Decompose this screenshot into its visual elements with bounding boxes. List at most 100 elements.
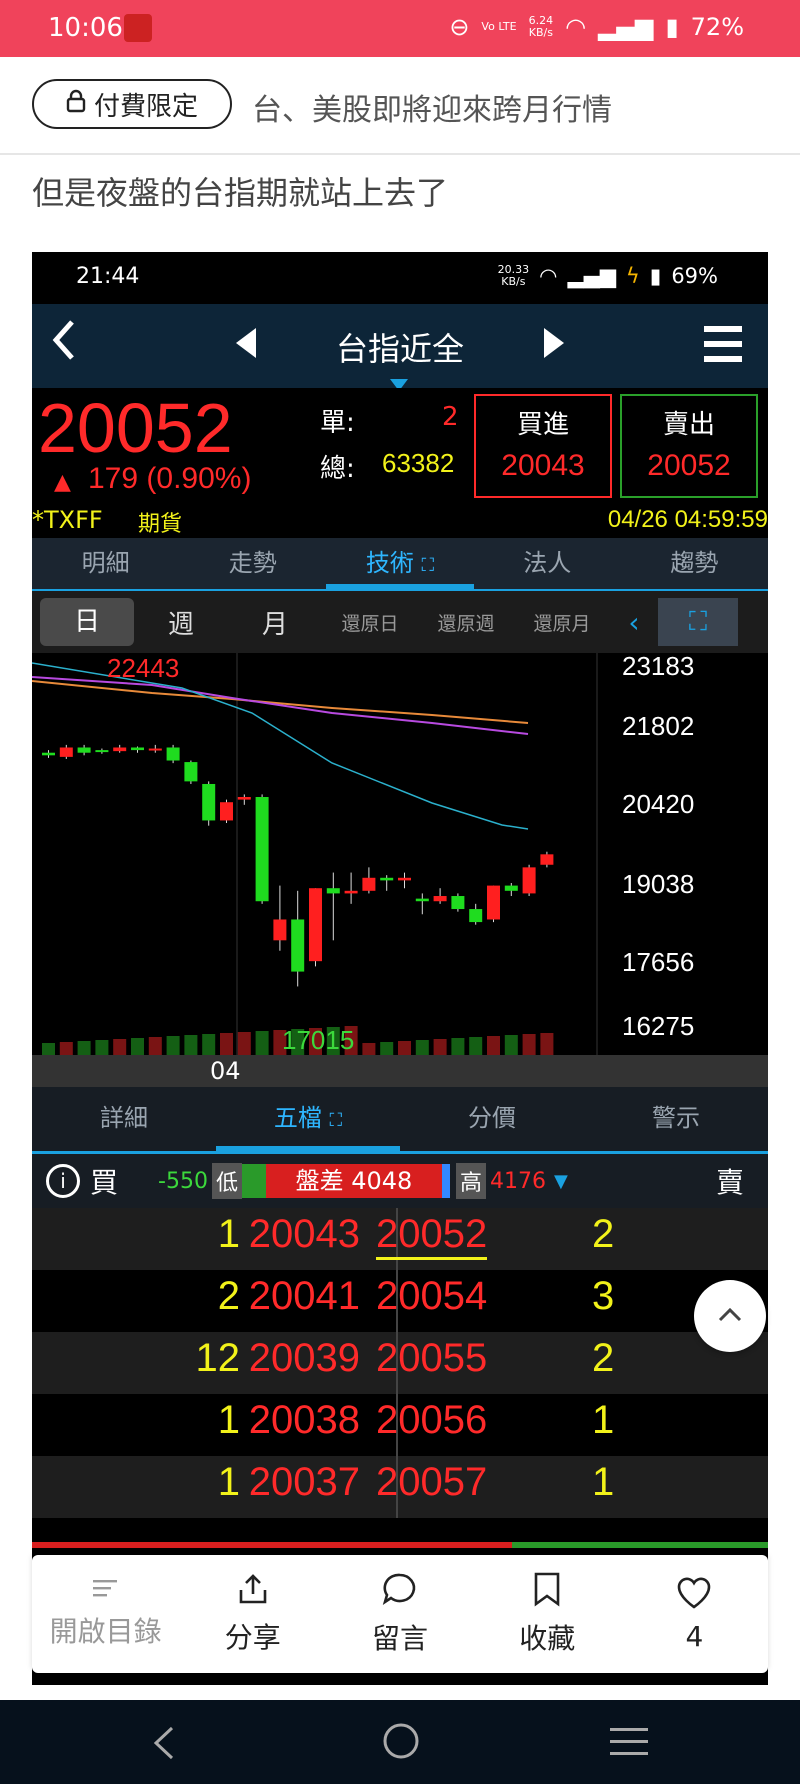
candle-body	[42, 752, 55, 756]
candle-body	[344, 890, 358, 894]
menu-icon[interactable]	[704, 324, 742, 368]
buy-price: 20043	[501, 449, 585, 482]
status-time: 10:06	[48, 13, 123, 43]
inner-battery: 69%	[671, 264, 718, 288]
period-day[interactable]: 日	[40, 598, 134, 646]
candle-body	[326, 888, 340, 894]
notification-avatar-icon	[124, 14, 152, 42]
net-speed-unit: KB/s	[528, 26, 553, 39]
share-button[interactable]: 分享	[179, 1555, 326, 1673]
bookmark-button[interactable]: 收藏	[474, 1555, 621, 1673]
inner-time: 21:44	[76, 264, 140, 289]
subtab-price[interactable]: 分價	[400, 1087, 584, 1151]
volume-bar	[540, 1033, 554, 1055]
period-month[interactable]: 月	[228, 604, 322, 641]
period-adj-day[interactable]: 還原日	[322, 609, 418, 636]
scroll-left-icon[interactable]: ‹	[610, 606, 658, 639]
volume-bar	[131, 1038, 144, 1055]
candle-body	[522, 867, 536, 894]
list-icon	[92, 1580, 117, 1597]
comment-button[interactable]: 留言	[326, 1555, 473, 1673]
candle-body	[148, 748, 162, 751]
tab-detail[interactable]: 明細	[32, 538, 179, 589]
quote-title-bar: 台指近全	[32, 304, 768, 391]
battery-percent: 72%	[690, 13, 744, 41]
volume-bar	[380, 1042, 394, 1055]
heart-icon	[678, 1577, 711, 1609]
period-selector: 日 週 月 還原日 還原週 還原月 ‹ ⛶	[32, 591, 768, 653]
order-row[interactable]: 12 20039 20055 2	[32, 1332, 768, 1394]
total-value: 63382	[382, 448, 455, 478]
candle-body	[540, 854, 554, 865]
sell-box[interactable]: 賣出 20052	[620, 394, 758, 498]
bid-qty: 2	[217, 1274, 240, 1318]
single-label: 單:	[320, 408, 355, 438]
sub-tabs: 詳細 五檔 ⛶ 分價 警示	[32, 1087, 768, 1154]
candle-body	[166, 747, 180, 761]
status-icons: ⊖ Vo LTE 6.24 KB/s ◠ ▂▄▆ ▮ 72%	[449, 13, 744, 41]
volume-bar	[237, 1032, 251, 1055]
symbol-code: *TXFF	[32, 506, 103, 534]
inner-speed-unit: KB/s	[501, 275, 526, 288]
buy-box[interactable]: 買進 20043	[474, 394, 612, 498]
paid-badge[interactable]: 付費限定	[32, 79, 232, 129]
tab-institutional[interactable]: 法人	[474, 538, 621, 589]
order-row[interactable]: 1 20043 20052 2	[32, 1208, 768, 1270]
next-symbol-icon[interactable]	[542, 326, 566, 364]
volume-bar	[522, 1034, 536, 1055]
nav-recents-icon[interactable]	[610, 1726, 648, 1762]
ask-qty: 1	[592, 1398, 615, 1442]
y-tick-0: 23183	[622, 653, 694, 681]
order-row[interactable]: 2 20041 20054 3	[32, 1270, 768, 1332]
scroll-to-top-button[interactable]	[694, 1280, 766, 1352]
nav-back-icon[interactable]	[152, 1726, 176, 1764]
candle-body	[255, 797, 269, 902]
inner-status-icons: 20.33 KB/s ◠ ▂▄▆ ϟ ▮ 69%	[498, 264, 718, 289]
bid-qty: 12	[195, 1336, 241, 1380]
order-row[interactable]: 1 20038 20056 1	[32, 1394, 768, 1456]
buy-side-label: 買	[90, 1166, 119, 1199]
period-week[interactable]: 週	[134, 604, 228, 641]
volume-bar	[504, 1035, 518, 1055]
fullscreen-icon[interactable]: ⛶	[658, 598, 738, 646]
volume-bar	[255, 1031, 269, 1055]
comment-icon	[382, 1573, 416, 1606]
quote-panel: 20052 ▲ 179 (0.90%) 單: 2 總: 63382 買進 200…	[32, 388, 768, 538]
period-adj-week[interactable]: 還原週	[418, 609, 514, 636]
like-button[interactable]: 4	[621, 1555, 768, 1673]
subtab-alert[interactable]: 警示	[584, 1087, 768, 1151]
bid-price: 20037	[248, 1460, 360, 1504]
order-book: 1 20043 20052 2 2 20041 20054 3 12 20039…	[32, 1208, 768, 1518]
candle-body	[362, 877, 376, 891]
subtab-detail[interactable]: 詳細	[32, 1087, 216, 1151]
inner-net-speed: 20.33 KB/s	[498, 264, 530, 288]
candle-body	[380, 877, 394, 881]
candle-body	[131, 747, 144, 751]
article-text: 但是夜盤的台指期就站上去了	[32, 174, 449, 212]
ask-price: 20054	[376, 1274, 488, 1318]
tab-outlook[interactable]: 趨勢	[621, 538, 768, 589]
ask-price: 20057	[376, 1460, 488, 1504]
volume-bar	[184, 1035, 198, 1055]
y-tick-5: 16275	[622, 1011, 694, 1041]
toc-label: 開啟目錄	[49, 1615, 162, 1648]
symbol-title[interactable]: 台指近全	[32, 324, 768, 370]
tab-technical[interactable]: 技術 ⛶	[326, 538, 474, 589]
y-tick-1: 21802	[622, 711, 694, 741]
bid-qty: 1	[217, 1398, 240, 1442]
tab-trend[interactable]: 走勢	[179, 538, 326, 589]
nav-home-icon[interactable]	[382, 1722, 420, 1764]
bottom-action-bar: 開啟目錄 分享 留言 收藏 4	[32, 1555, 768, 1673]
expand-icon: ⛶	[421, 555, 435, 576]
subtab-five[interactable]: 五檔 ⛶	[216, 1087, 400, 1151]
volume-bar	[487, 1036, 500, 1055]
toc-button[interactable]: 開啟目錄	[32, 1555, 179, 1673]
volume-bar	[59, 1042, 73, 1055]
candlestick-chart[interactable]: 22443 17015 23183 21802 20420 19038 1765…	[32, 651, 768, 1055]
spread-bar-green	[241, 1164, 266, 1198]
period-adj-month[interactable]: 還原月	[514, 609, 610, 636]
order-row[interactable]: 1 20037 20057 1	[32, 1456, 768, 1518]
info-icon[interactable]: i	[46, 1164, 80, 1198]
bid-price: 20043	[248, 1212, 360, 1256]
bid-price: 20041	[248, 1274, 360, 1318]
